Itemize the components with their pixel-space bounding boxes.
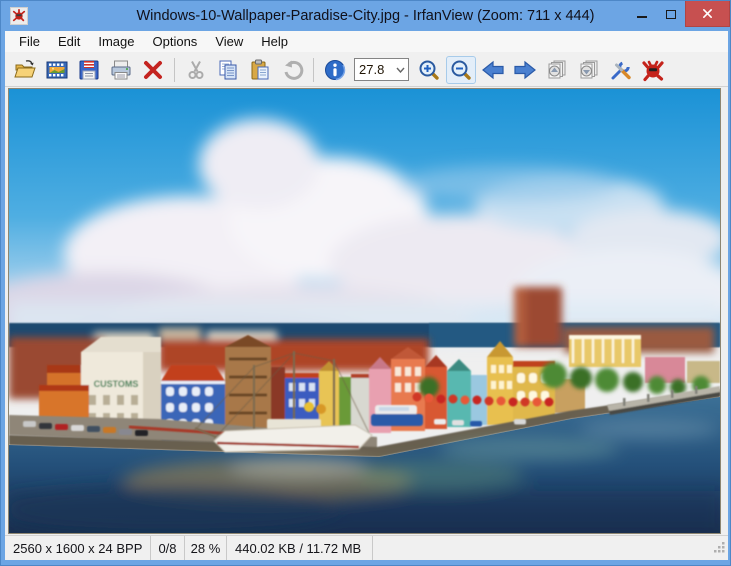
- copy-button[interactable]: [213, 56, 243, 84]
- paste-clipboard-icon: [248, 58, 272, 82]
- undo-icon: [280, 58, 304, 82]
- close-button[interactable]: [685, 1, 730, 27]
- slideshow-icon: [45, 58, 69, 82]
- arrow-right-icon: [512, 58, 538, 82]
- resize-grip-icon[interactable]: [714, 542, 726, 554]
- maximize-button[interactable]: [656, 1, 685, 27]
- chevron-down-icon[interactable]: [396, 67, 408, 73]
- menu-edit[interactable]: Edit: [49, 32, 89, 51]
- maximize-icon: [666, 10, 676, 19]
- zoom-combobox[interactable]: [354, 58, 409, 81]
- settings-button[interactable]: [606, 56, 636, 84]
- status-image-dimensions: 2560 x 1600 x 24 BPP: [5, 536, 151, 560]
- zoom-in-button[interactable]: [414, 56, 444, 84]
- status-page-index: 0/8: [151, 536, 185, 560]
- save-button[interactable]: [74, 56, 104, 84]
- slideshow-button[interactable]: [42, 56, 72, 84]
- tools-icon: [609, 58, 633, 82]
- last-page-button[interactable]: [574, 56, 604, 84]
- status-zoom-percent: 28 %: [185, 536, 227, 560]
- menu-image[interactable]: Image: [89, 32, 143, 51]
- info-button[interactable]: [320, 56, 350, 84]
- customs-sign: CUSTOMS: [94, 379, 139, 389]
- previous-image-button[interactable]: [478, 56, 508, 84]
- save-icon: [77, 58, 101, 82]
- menu-file[interactable]: File: [10, 32, 49, 51]
- titlebar[interactable]: Windows-10-Wallpaper-Paradise-City.jpg -…: [1, 1, 730, 31]
- info-icon: [323, 58, 347, 82]
- photo-ferry: [371, 405, 423, 426]
- zoom-out-button[interactable]: [446, 56, 476, 84]
- image-viewport[interactable]: CUSTOMS: [8, 88, 721, 534]
- open-folder-icon: [13, 58, 37, 82]
- menu-view[interactable]: View: [206, 32, 252, 51]
- delete-icon: [141, 58, 165, 82]
- status-file-size: 440.02 KB / 11.72 MB: [227, 536, 373, 560]
- toolbar: [5, 53, 728, 87]
- pages-up-icon: [545, 58, 569, 82]
- window-title: Windows-10-Wallpaper-Paradise-City.jpg -…: [1, 1, 730, 31]
- irfanview-window: Windows-10-Wallpaper-Paradise-City.jpg -…: [0, 0, 731, 566]
- copy-icon: [216, 58, 240, 82]
- irfanview-mascot-icon: [12, 9, 26, 23]
- app-icon[interactable]: [10, 7, 28, 25]
- print-icon: [109, 58, 133, 82]
- minimize-icon: [637, 16, 647, 18]
- minimize-button[interactable]: [627, 1, 656, 27]
- undo-button[interactable]: [277, 56, 307, 84]
- arrow-left-icon: [480, 58, 506, 82]
- zoom-input[interactable]: [355, 62, 391, 77]
- menu-options[interactable]: Options: [144, 32, 207, 51]
- status-filler: [373, 536, 728, 560]
- first-page-button[interactable]: [542, 56, 572, 84]
- irfanview-mascot-icon: [641, 58, 665, 82]
- paste-button[interactable]: [245, 56, 275, 84]
- delete-button[interactable]: [138, 56, 168, 84]
- close-icon: [702, 8, 713, 19]
- cut-scissors-icon: [184, 58, 208, 82]
- menubar: File Edit Image Options View Help: [5, 31, 728, 53]
- next-image-button[interactable]: [510, 56, 540, 84]
- menu-help[interactable]: Help: [252, 32, 297, 51]
- zoom-in-icon: [417, 58, 441, 82]
- image-canvas-area: CUSTOMS: [5, 87, 728, 535]
- zoom-out-icon: [449, 58, 473, 82]
- toolbar-separator: [313, 58, 314, 82]
- photo-willemstad: CUSTOMS: [9, 89, 720, 533]
- open-button[interactable]: [10, 56, 40, 84]
- pages-down-icon: [577, 58, 601, 82]
- print-button[interactable]: [106, 56, 136, 84]
- cut-button[interactable]: [181, 56, 211, 84]
- toolbar-separator: [174, 58, 175, 82]
- statusbar: 2560 x 1600 x 24 BPP 0/8 28 % 440.02 KB …: [5, 535, 728, 560]
- about-button[interactable]: [638, 56, 668, 84]
